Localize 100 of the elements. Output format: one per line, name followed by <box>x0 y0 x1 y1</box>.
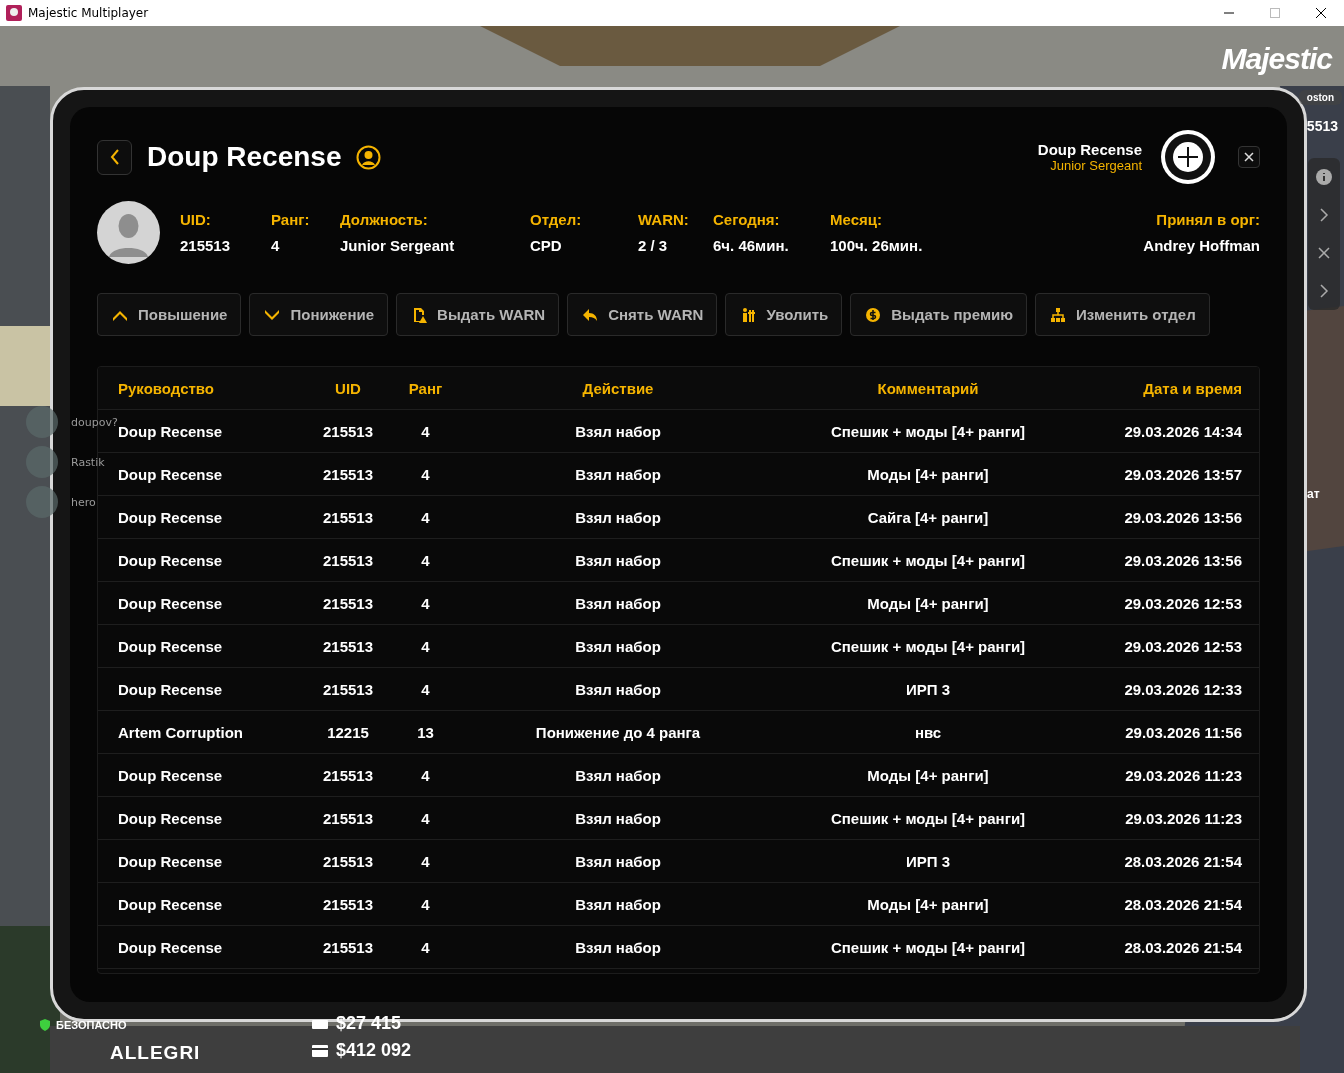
avatar <box>26 486 58 518</box>
avatar <box>26 446 58 478</box>
table-cell-text: 4 <box>420 594 431 612</box>
voice-user-name: Rastik <box>71 455 105 469</box>
table-cell-text: Doup Recense <box>118 637 224 655</box>
table-cell-text: Doup Recense <box>118 508 224 526</box>
table-cell-text: 4 <box>420 508 431 526</box>
table-cell-text: Спешик + моды [4+ ранги] <box>829 809 1027 827</box>
field-value: Andrey Hoffman <box>1143 237 1260 254</box>
table-cell-text: 4 <box>420 637 431 655</box>
header-rank: Junior Sergeant <box>1049 158 1142 173</box>
table-cell-text: 29.03.2026 11:23 <box>1124 809 1242 827</box>
table-cell-text: 29.03.2026 12:33 <box>1123 680 1242 698</box>
table-cell-text: 28.03.2026 21:54 <box>1123 852 1242 870</box>
chevron-left-icon <box>109 149 120 165</box>
field-label: Ранг: <box>271 211 311 228</box>
table-cell-text: 215513 <box>321 895 375 913</box>
bank-amount: $412 092 <box>336 1040 412 1061</box>
table-cell-text: Моды [4+ ранги] <box>866 594 990 612</box>
action-button[interactable]: Уволить <box>725 293 843 336</box>
table-cell-text: Понижение до 4 ранга <box>534 723 702 741</box>
location-label: oston <box>1298 90 1342 105</box>
field-value: CPD <box>530 237 563 254</box>
field-value: 2 / 3 <box>638 237 669 254</box>
shield-icon <box>40 1019 50 1031</box>
table-cell-text: 4 <box>420 680 431 698</box>
player-name: ALLEGRI <box>110 1042 201 1064</box>
table-cell-text: 215513 <box>321 766 375 784</box>
field-label: Месяц: <box>830 211 883 228</box>
seal-icon <box>1160 129 1216 185</box>
column-header: Дата и время <box>1142 379 1242 397</box>
field-label: WARN: <box>638 211 690 228</box>
action-button[interactable]: Понижение <box>249 293 389 336</box>
column-header: Действие <box>581 379 655 397</box>
table-cell-text: 29.03.2026 12:53 <box>1123 594 1242 612</box>
table-cell-text: Взял набор <box>574 465 662 483</box>
table-cell-text: 4 <box>420 422 431 440</box>
table-cell-text: 28.03.2026 21:54 <box>1123 895 1242 913</box>
table-cell-text: 4 <box>420 766 431 784</box>
app-icon <box>6 5 22 21</box>
maximize-icon <box>1270 8 1280 18</box>
window-title: Majestic Multiplayer <box>28 6 150 20</box>
table-cell-text: Artem Corruption <box>118 723 244 741</box>
table-cell-text: Doup Recense <box>118 551 224 569</box>
field-value: 6ч. 46мин. <box>713 237 790 254</box>
table-cell-text: Взял набор <box>574 809 662 827</box>
table-cell-text: 12215 <box>326 723 370 741</box>
side-label: ат <box>1307 487 1320 501</box>
table-cell-text: Взял набор <box>574 508 662 526</box>
table-cell-text: Doup Recense <box>118 594 224 612</box>
back-button[interactable] <box>97 139 132 175</box>
table-cell-text: 4 <box>420 938 431 956</box>
table-cell-text: 4 <box>420 809 431 827</box>
table-cell-text: 215513 <box>321 594 375 612</box>
action-button[interactable]: Выдать премию <box>850 293 1028 336</box>
table-cell-text: Сайга [4+ ранги] <box>866 508 990 526</box>
table-cell-text: 28.03.2026 21:54 <box>1123 938 1242 956</box>
table-cell-text: 215513 <box>321 637 375 655</box>
table-cell-text: 29.03.2026 13:57 <box>1123 465 1242 483</box>
table-cell-text: ИРП 3 <box>904 680 952 698</box>
zone-label: БЕЗОПАСНО <box>56 1019 127 1031</box>
action-button[interactable]: Снять WARN <box>567 293 718 336</box>
table-cell-text: Doup Recense <box>118 465 224 483</box>
cash-icon <box>312 1017 328 1030</box>
field-value: 100ч. 26мин. <box>830 237 924 254</box>
table-cell-text: нвс <box>913 723 943 741</box>
table-cell-text: 215513 <box>321 551 375 569</box>
table-cell-text: 4 <box>420 465 431 483</box>
table-cell-text: Взял набор <box>574 594 662 612</box>
action-button[interactable]: Выдать WARN <box>396 293 560 336</box>
table-cell-text: Взял набор <box>574 766 662 784</box>
table-cell-text: Взял набор <box>574 680 662 698</box>
action-button[interactable]: Изменить отдел <box>1035 293 1210 336</box>
user-icon <box>355 144 381 170</box>
close-icon <box>1244 152 1254 162</box>
table-cell-text: 215513 <box>321 938 375 956</box>
table-cell-text: Моды [4+ ранги] <box>866 895 990 913</box>
table-cell-text: Doup Recense <box>118 766 224 784</box>
table-cell-text: 215513 <box>321 680 375 698</box>
field-value: 4 <box>271 237 281 254</box>
table-cell-text: 4 <box>420 852 431 870</box>
table-cell-text: 29.03.2026 11:56 <box>1124 723 1242 741</box>
table-cell-text: Взял набор <box>574 895 662 913</box>
table-cell-text: Взял набор <box>574 852 662 870</box>
table-cell-text: Спешик + моды [4+ ранги] <box>829 551 1027 569</box>
hierarchy-icon <box>1049 305 1068 324</box>
table-cell-text: 29.03.2026 13:56 <box>1123 551 1242 569</box>
column-header: Руководство <box>118 379 215 397</box>
close-button[interactable] <box>1238 146 1260 168</box>
table-cell-text: ИРП 3 <box>904 852 952 870</box>
table-cell-text: Моды [4+ ранги] <box>866 465 990 483</box>
table-cell-text: 29.03.2026 12:53 <box>1123 637 1242 655</box>
voice-user-name: hero <box>71 495 96 509</box>
action-button[interactable]: Повышение <box>97 293 242 336</box>
table-cell-text: 13 <box>416 723 435 741</box>
table-cell-text: Doup Recense <box>118 895 224 913</box>
table-cell-text: Doup Recense <box>118 809 224 827</box>
field-label: Отдел: <box>530 211 583 228</box>
table-cell-text: 215513 <box>321 422 375 440</box>
table-cell-text: Моды [4+ ранги] <box>866 766 990 784</box>
